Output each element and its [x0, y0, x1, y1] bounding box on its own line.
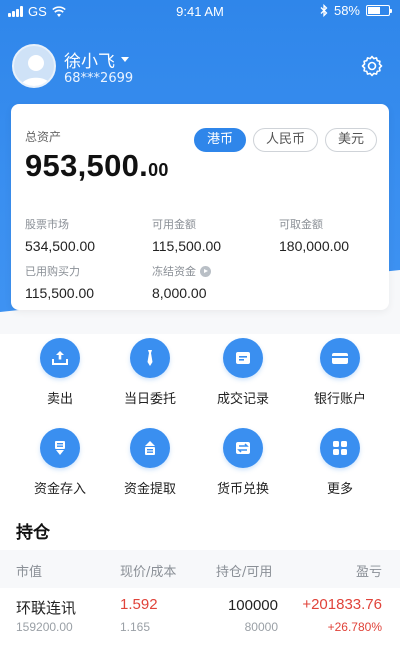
settings-gear-icon[interactable]	[360, 54, 384, 78]
action-more-button[interactable]: 更多	[290, 428, 390, 497]
exchange-icon	[223, 428, 263, 468]
profit-loss: +201833.76	[302, 596, 382, 613]
metric-used-buying-power: 已用购买力 115,500.00	[25, 263, 94, 301]
currency-tab-cny[interactable]: 人民币	[252, 128, 318, 152]
battery-fill	[368, 7, 380, 14]
avatar[interactable]	[12, 44, 56, 88]
holdings-title: 持仓	[16, 523, 50, 543]
action-label: 资金提取	[123, 482, 176, 497]
metric-label: 已用购买力	[25, 265, 80, 278]
battery-icon	[366, 5, 392, 16]
chevron-right-icon[interactable]	[200, 265, 211, 277]
metric-available-funds: 可用金额 115,500.00	[152, 216, 221, 254]
available-quantity: 80000	[244, 620, 278, 634]
metric-value: 534,500.00	[25, 238, 96, 254]
metric-frozen-funds[interactable]: 冻结资金 8,000.00	[152, 263, 211, 301]
action-label: 卖出	[46, 392, 73, 407]
total-assets-decimal: 00	[148, 160, 169, 180]
total-assets-label: 总资产	[25, 130, 62, 144]
metric-label: 股票市场	[25, 218, 69, 231]
asset-summary-card: 总资产 953,500.00 港币 人民币 美元 股票市场 534,500.00…	[11, 104, 389, 310]
withdraw-arrow-icon	[130, 428, 170, 468]
status-bar: GS 9:41 AM 58%	[0, 0, 400, 24]
metric-value: 8,000.00	[152, 285, 207, 301]
deposit-arrow-icon	[40, 428, 80, 468]
action-sell-button[interactable]: 卖出	[10, 338, 110, 407]
action-label: 货币兑换	[216, 482, 269, 497]
metric-value: 115,500.00	[25, 285, 95, 301]
bluetooth-icon	[320, 4, 328, 17]
currency-tab-usd[interactable]: 美元	[324, 128, 377, 152]
profit-loss-percent: +26.780%	[327, 620, 382, 634]
position-quantity: 100000	[227, 597, 278, 614]
account-number: 68***2699	[64, 71, 134, 86]
action-today-orders-button[interactable]: 当日委托	[100, 338, 200, 407]
action-bank-account-button[interactable]: 银行账户	[290, 338, 390, 407]
action-deposit-button[interactable]: 资金存入	[10, 428, 110, 497]
market-value: 159200.00	[16, 620, 73, 634]
action-label: 银行账户	[313, 392, 366, 407]
metric-stock-market: 股票市场 534,500.00	[25, 216, 95, 254]
metric-withdrawable: 可取金额 180,000.00	[279, 216, 349, 254]
more-grid-icon	[320, 428, 360, 468]
current-price: 1.592	[120, 596, 158, 613]
table-row[interactable]: 环联连讯 159200.00 1.592 1.165 100000 80000 …	[0, 588, 400, 660]
metric-label: 可用金额	[152, 218, 196, 231]
action-grid: 卖出 当日委托 成交记录 银行账户 资金存入 资金提取 货币兑换 更多	[0, 334, 400, 504]
currency-tabs: 港币 人民币 美元	[193, 128, 377, 152]
user-name: 徐小飞	[64, 52, 115, 72]
metric-label: 冻结资金	[152, 263, 211, 279]
metric-value: 115,500.00	[152, 238, 222, 254]
column-header: 现价/成本	[120, 565, 177, 580]
bank-card-icon	[320, 338, 360, 378]
tie-icon	[130, 338, 170, 378]
currency-tab-hkd[interactable]: 港币	[193, 128, 246, 152]
upload-tray-icon	[40, 338, 80, 378]
account-switcher[interactable]: 徐小飞	[64, 47, 129, 72]
document-icon	[223, 338, 263, 378]
metric-value: 180,000.00	[279, 238, 350, 254]
chevron-down-icon	[121, 57, 129, 62]
cost-price: 1.165	[120, 620, 151, 634]
column-header: 盈亏	[355, 565, 382, 580]
action-label: 更多	[326, 482, 353, 497]
column-header: 市值	[16, 565, 43, 580]
battery-percent: 58%	[333, 3, 360, 18]
stock-name: 环联连讯	[16, 600, 77, 617]
action-currency-exchange-button[interactable]: 货币兑换	[193, 428, 293, 497]
total-assets-integer: 953,500.	[25, 148, 149, 183]
action-label: 成交记录	[216, 392, 269, 407]
action-label: 资金存入	[33, 482, 86, 497]
metric-label: 可取金额	[279, 218, 323, 231]
action-withdraw-button[interactable]: 资金提取	[100, 428, 200, 497]
column-header: 持仓/可用	[216, 565, 273, 580]
action-trade-history-button[interactable]: 成交记录	[193, 338, 293, 407]
holdings-table-header: 市值 现价/成本 持仓/可用 盈亏	[0, 550, 400, 588]
metric-label-text: 冻结资金	[152, 265, 196, 278]
action-label: 当日委托	[123, 392, 176, 407]
total-assets-value: 953,500.00	[25, 148, 169, 184]
